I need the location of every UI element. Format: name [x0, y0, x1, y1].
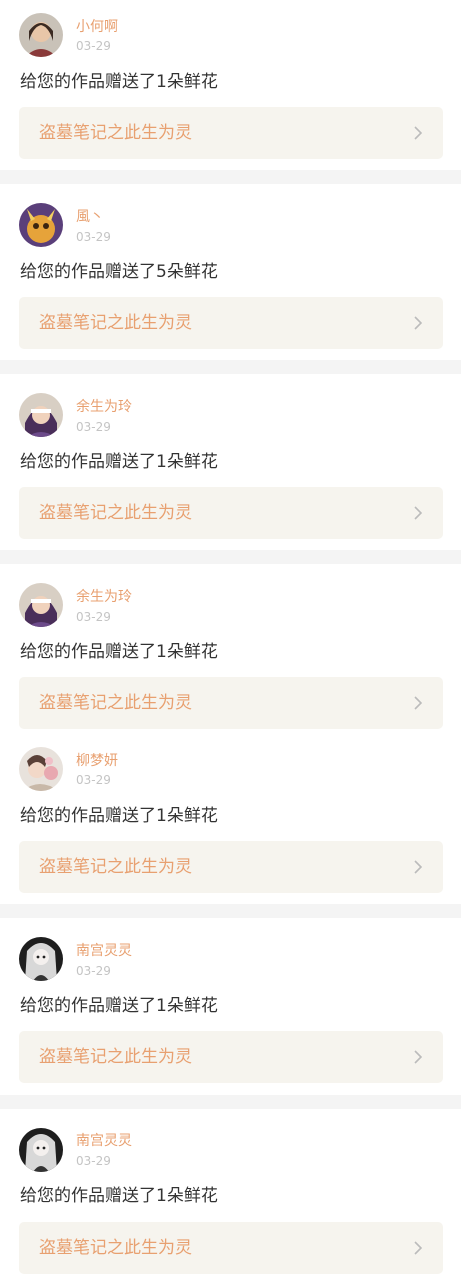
timestamp: 03-29: [76, 964, 111, 978]
avatar[interactable]: [19, 203, 63, 247]
gift-notification-item: 柳梦妍 03-29 给您的作品赠送了1朵鲜花 盗墓笔记之此生为灵: [0, 734, 461, 904]
work-title: 盗墓笔记之此生为灵: [39, 503, 192, 523]
username[interactable]: 南宫灵灵: [76, 942, 132, 960]
gift-notification-item: 余生为玲 03-29 给您的作品赠送了1朵鲜花 盗墓笔记之此生为灵: [0, 564, 461, 734]
gift-message: 给您的作品赠送了5朵鲜花: [20, 262, 218, 282]
chevron-right-icon: [414, 506, 423, 520]
gift-notification-item: 余生为玲 03-29 给您的作品赠送了1朵鲜花 盗墓笔记之此生为灵: [0, 374, 461, 550]
item-separator: [0, 550, 461, 564]
username[interactable]: 余生为玲: [76, 398, 132, 416]
username[interactable]: 風丶: [76, 208, 104, 226]
work-link-card[interactable]: 盗墓笔记之此生为灵: [19, 107, 443, 159]
timestamp: 03-29: [76, 610, 111, 624]
work-title: 盗墓笔记之此生为灵: [39, 313, 192, 333]
gift-notification-item: 南宫灵灵 03-29 给您的作品赠送了1朵鲜花 盗墓笔记之此生为灵: [0, 918, 461, 1095]
timestamp: 03-29: [76, 773, 111, 787]
avatar[interactable]: [19, 937, 63, 981]
timestamp: 03-29: [76, 420, 111, 434]
username[interactable]: 南宫灵灵: [76, 1132, 132, 1150]
item-separator: [0, 170, 461, 184]
username[interactable]: 余生为玲: [76, 588, 132, 606]
work-title: 盗墓笔记之此生为灵: [39, 693, 192, 713]
chevron-right-icon: [414, 696, 423, 710]
avatar[interactable]: [19, 393, 63, 437]
work-link-card[interactable]: 盗墓笔记之此生为灵: [19, 487, 443, 539]
item-separator: [0, 360, 461, 374]
work-link-card[interactable]: 盗墓笔记之此生为灵: [19, 841, 443, 893]
avatar[interactable]: [19, 747, 63, 791]
gift-message: 给您的作品赠送了1朵鲜花: [20, 72, 218, 92]
work-title: 盗墓笔记之此生为灵: [39, 857, 192, 877]
gift-message: 给您的作品赠送了1朵鲜花: [20, 806, 218, 826]
gift-notification-item: 南宫灵灵 03-29 给您的作品赠送了1朵鲜花 盗墓笔记之此生为灵: [0, 1109, 461, 1280]
chevron-right-icon: [414, 1241, 423, 1255]
work-title: 盗墓笔记之此生为灵: [39, 1238, 192, 1258]
gift-notification-item: 風丶 03-29 给您的作品赠送了5朵鲜花 盗墓笔记之此生为灵: [0, 184, 461, 360]
avatar[interactable]: [19, 1128, 63, 1172]
item-separator: [0, 1095, 461, 1109]
work-link-card[interactable]: 盗墓笔记之此生为灵: [19, 1222, 443, 1274]
gift-notification-feed: 小何啊 03-29 给您的作品赠送了1朵鲜花 盗墓笔记之此生为灵 風丶 03-2…: [0, 0, 461, 1280]
gift-message: 给您的作品赠送了1朵鲜花: [20, 452, 218, 472]
work-link-card[interactable]: 盗墓笔记之此生为灵: [19, 297, 443, 349]
gift-message: 给您的作品赠送了1朵鲜花: [20, 1186, 218, 1206]
username[interactable]: 柳梦妍: [76, 752, 118, 770]
chevron-right-icon: [414, 860, 423, 874]
username[interactable]: 小何啊: [76, 18, 118, 36]
item-separator: [0, 904, 461, 918]
avatar[interactable]: [19, 13, 63, 57]
chevron-right-icon: [414, 1050, 423, 1064]
gift-notification-item: 小何啊 03-29 给您的作品赠送了1朵鲜花 盗墓笔记之此生为灵: [0, 0, 461, 170]
work-link-card[interactable]: 盗墓笔记之此生为灵: [19, 677, 443, 729]
work-link-card[interactable]: 盗墓笔记之此生为灵: [19, 1031, 443, 1083]
chevron-right-icon: [414, 126, 423, 140]
timestamp: 03-29: [76, 230, 111, 244]
gift-message: 给您的作品赠送了1朵鲜花: [20, 642, 218, 662]
timestamp: 03-29: [76, 39, 111, 53]
chevron-right-icon: [414, 316, 423, 330]
timestamp: 03-29: [76, 1154, 111, 1168]
gift-message: 给您的作品赠送了1朵鲜花: [20, 996, 218, 1016]
avatar[interactable]: [19, 583, 63, 627]
work-title: 盗墓笔记之此生为灵: [39, 123, 192, 143]
work-title: 盗墓笔记之此生为灵: [39, 1047, 192, 1067]
